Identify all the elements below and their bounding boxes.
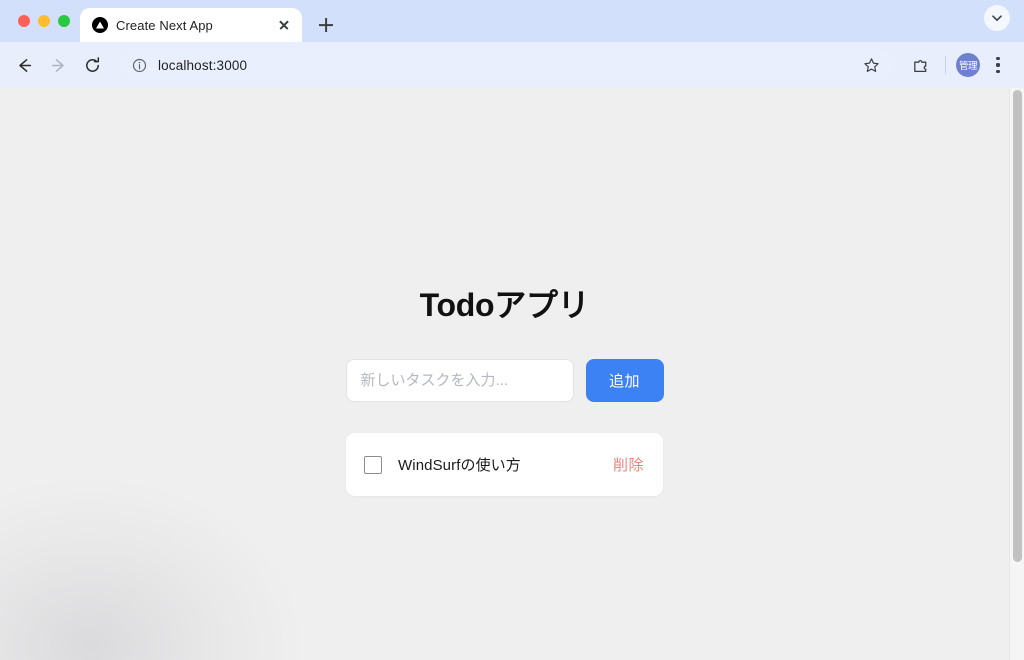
window-zoom-button[interactable] <box>58 15 70 27</box>
add-task-form: 追加 <box>345 359 664 402</box>
todo-checkbox[interactable] <box>364 455 382 474</box>
new-tab-icon[interactable] <box>312 11 340 39</box>
todo-item-label: WindSurfの使い方 <box>398 457 521 474</box>
close-tab-icon[interactable] <box>274 15 294 35</box>
forward-icon[interactable] <box>42 49 74 81</box>
tab-title: Create Next App <box>116 17 213 33</box>
chevron-down-icon[interactable] <box>984 5 1010 31</box>
profile-avatar[interactable]: 管理 <box>956 53 980 77</box>
browser-window: Create Next App localhost:3000 管理 Todoアプ… <box>0 0 1024 660</box>
extensions-puzzle-icon[interactable] <box>905 50 935 80</box>
window-minimize-button[interactable] <box>38 15 50 27</box>
add-task-button[interactable]: 追加 <box>585 359 664 402</box>
three-dot-menu-icon[interactable] <box>984 50 1012 80</box>
page-viewport: Todoアプリ 追加 WindSurfの使い方 削除 <box>0 88 1024 660</box>
reload-icon[interactable] <box>76 49 108 81</box>
tab-strip: Create Next App <box>0 0 1024 42</box>
back-icon[interactable] <box>8 49 40 81</box>
address-bar-url: localhost:3000 <box>158 57 248 73</box>
page-scrollbar-track[interactable] <box>1009 88 1024 660</box>
browser-toolbar: localhost:3000 管理 <box>0 42 1024 88</box>
delete-todo-button[interactable]: 削除 <box>613 454 644 475</box>
new-task-input[interactable] <box>345 359 574 402</box>
window-traffic-lights <box>0 0 80 42</box>
star-icon[interactable] <box>859 53 883 77</box>
page-scrollbar-thumb[interactable] <box>1013 90 1022 562</box>
page-title: Todoアプリ <box>419 287 590 323</box>
todo-list: WindSurfの使い方 削除 <box>346 433 663 496</box>
browser-tab-create-next-app[interactable]: Create Next App <box>80 8 302 42</box>
todo-app-page: Todoアプリ 追加 WindSurfの使い方 削除 <box>0 88 1009 660</box>
toolbar-divider <box>945 56 946 74</box>
window-close-button[interactable] <box>18 15 30 27</box>
todo-list-item: WindSurfの使い方 削除 <box>346 433 663 496</box>
address-bar[interactable]: localhost:3000 <box>120 49 895 81</box>
nextjs-logo-icon <box>92 17 108 33</box>
info-circle-icon[interactable] <box>130 56 148 74</box>
tab-strip-right-controls <box>984 0 1024 42</box>
